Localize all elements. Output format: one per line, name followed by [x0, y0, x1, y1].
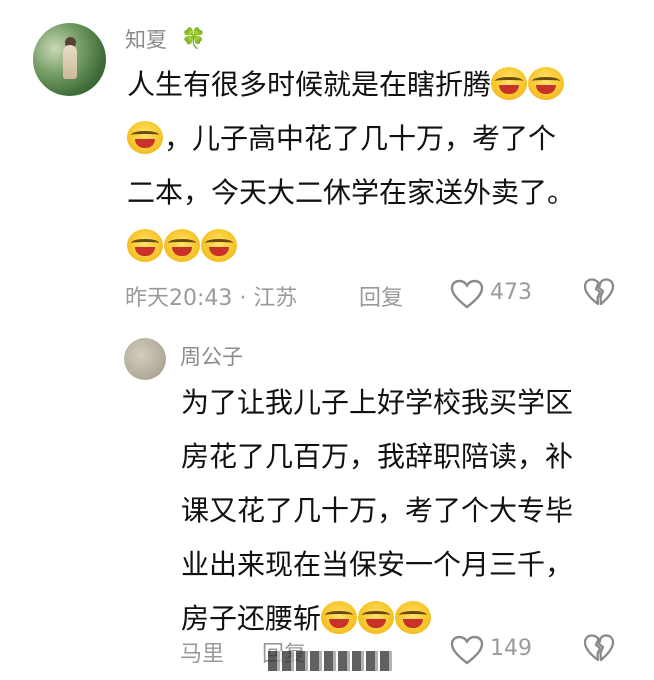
comment-line: ，儿子高中花了几十万，考了个 — [127, 112, 575, 166]
heart-icon[interactable] — [450, 635, 484, 665]
laughing-crying-emoji-icon — [528, 67, 565, 100]
heart-icon[interactable] — [450, 279, 484, 309]
crying-emoji-icon — [358, 601, 395, 634]
avatar-figure-body — [63, 45, 77, 79]
clover-icon: 🍀 — [181, 26, 206, 50]
comment-line-text: 二本，今天大二休学在家送外卖了。 — [127, 176, 576, 209]
comment-line-text: 人生有很多时候就是在瞎折腾 — [127, 68, 492, 101]
reply-text: 为了让我儿子上好学校我买学区 房花了几百万，我辞职陪读，补 课又花了几十万，考了… — [181, 376, 573, 646]
comment-line-text: ，儿子高中花了几十万，考了个 — [164, 122, 557, 155]
crying-emoji-icon — [201, 229, 237, 262]
avatar[interactable] — [33, 23, 106, 96]
crying-emoji-icon — [164, 229, 200, 262]
comment-time-location: 昨天20:43 · 江苏 — [125, 286, 298, 311]
comment-username[interactable]: 知夏 — [125, 24, 167, 54]
reply-line-text: 房子还腰斩 — [181, 602, 322, 635]
crying-emoji-icon — [127, 229, 163, 262]
comment-line: 人生有很多时候就是在瞎折腾 — [127, 58, 575, 112]
crying-emoji-icon — [395, 601, 432, 634]
like-count: 473 — [490, 280, 532, 305]
reply-line: 课又花了几十万，考了个大专毕 — [181, 494, 574, 527]
comment-line: 二本，今天大二休学在家送外卖了。 — [127, 166, 575, 220]
laughing-crying-emoji-icon — [127, 121, 163, 154]
comment-text: 人生有很多时候就是在瞎折腾 ，儿子高中花了几十万，考了个 二本，今天大二休学在家… — [127, 58, 575, 274]
broken-heart-icon[interactable] — [583, 633, 615, 663]
reply-line: 为了让我儿子上好学校我买学区 — [181, 386, 574, 419]
broken-heart-icon[interactable] — [583, 277, 615, 307]
reply-button[interactable]: 回复 — [359, 280, 403, 312]
avatar[interactable] — [124, 338, 166, 380]
reply-line: 房花了几百万，我辞职陪读，补 — [181, 440, 574, 473]
like-count: 149 — [490, 636, 532, 661]
comment-line — [127, 220, 575, 274]
footer-name: 马里 — [180, 642, 225, 667]
reply-username[interactable]: 周公子 — [180, 341, 243, 371]
reply-line: 业出来现在当保安一个月三千， — [181, 548, 574, 581]
laughing-crying-emoji-icon — [491, 67, 528, 100]
crying-emoji-icon — [321, 601, 358, 634]
watermark-overlay — [268, 651, 392, 671]
